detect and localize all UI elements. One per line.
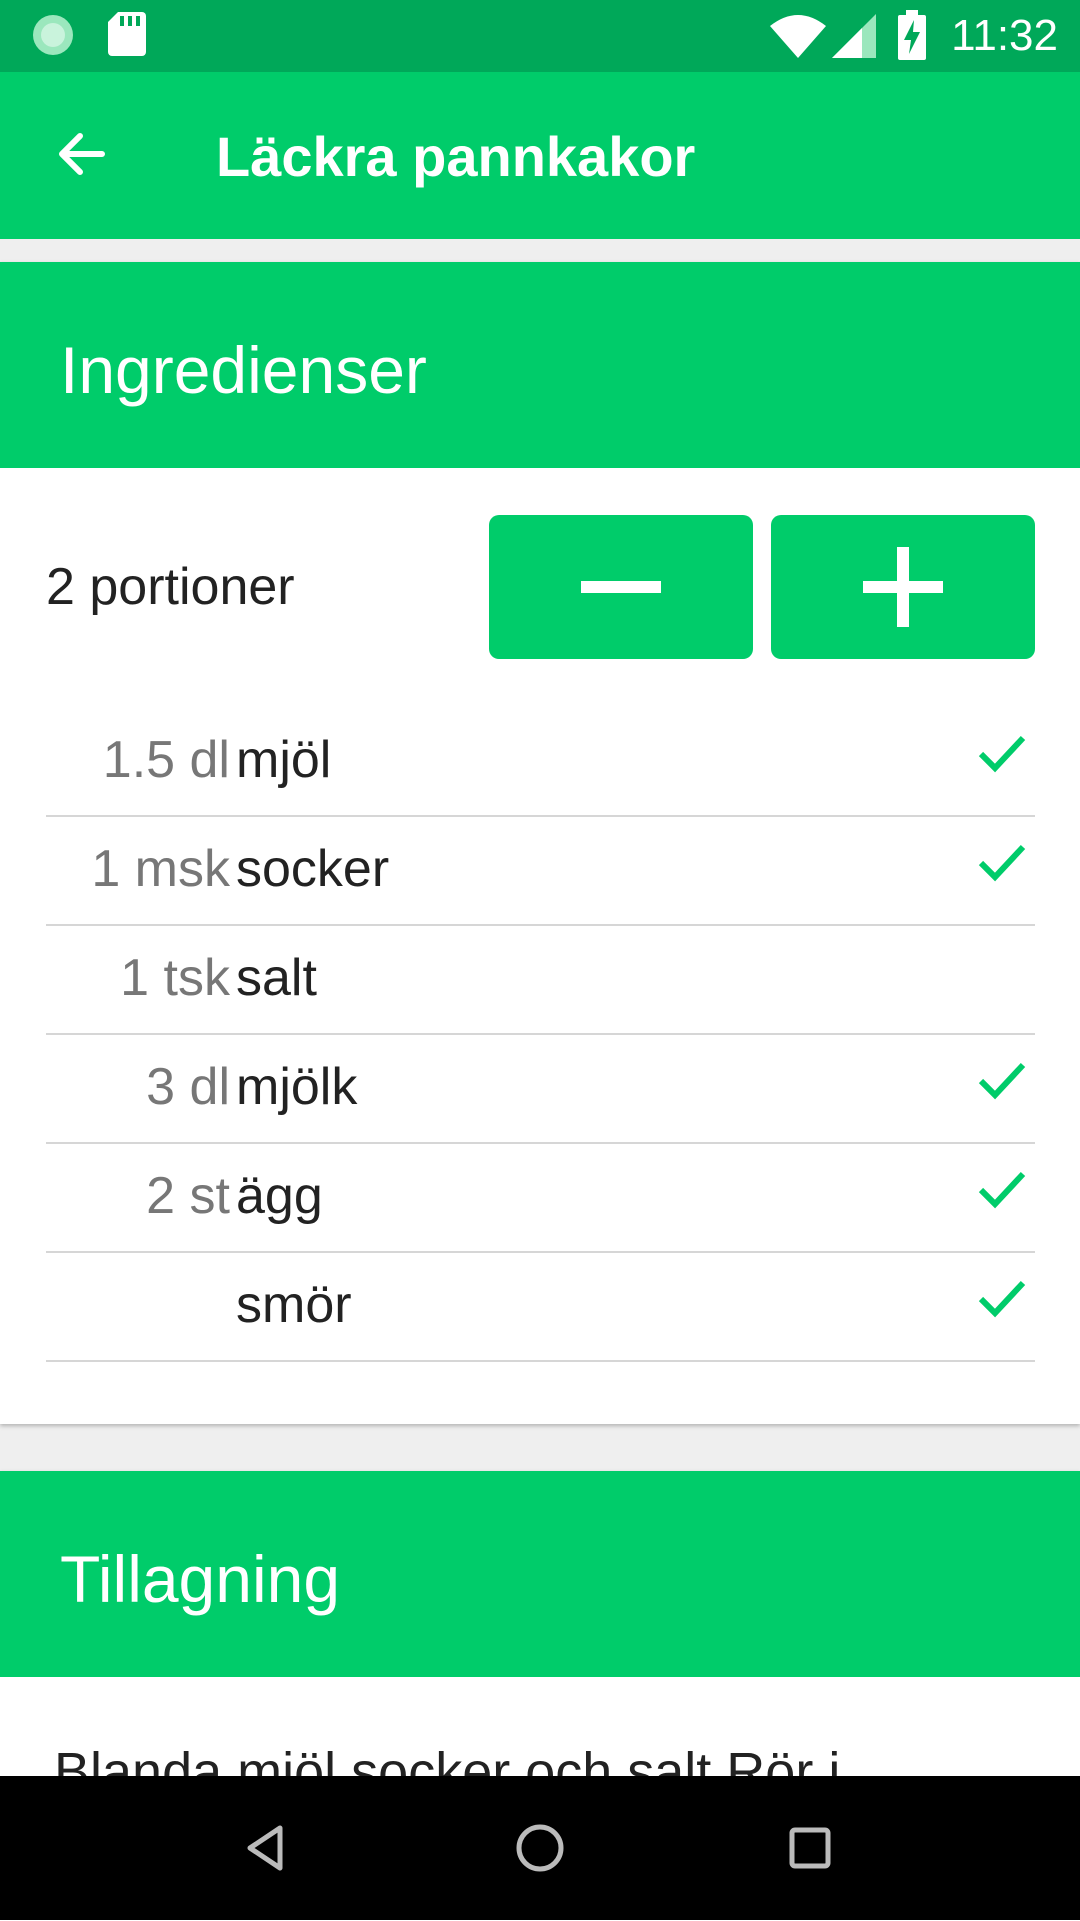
navigation-bar — [0, 1776, 1080, 1920]
ingredient-name: salt — [236, 949, 317, 1007]
arrow-back-icon[interactable] — [52, 124, 112, 184]
ingredient-name: socker — [236, 840, 390, 898]
recents-square-icon[interactable] — [780, 1818, 840, 1878]
check-icon — [978, 1062, 1026, 1100]
ingredient-row[interactable]: 1.5 dl mjöl — [46, 706, 1035, 817]
cell-signal-icon — [832, 14, 876, 58]
portions-count: 2 portioner — [46, 558, 295, 616]
ingredient-name: mjölk — [236, 1058, 358, 1116]
ingredient-quantity: 1 msk — [91, 840, 230, 898]
ingredient-row[interactable]: 1 tsk salt — [46, 924, 1035, 1035]
ingredient-name: mjöl — [236, 731, 332, 789]
ingredient-row[interactable]: 2 st ägg — [46, 1142, 1035, 1253]
status-time: 11:32 — [951, 11, 1058, 60]
ingredient-name: ägg — [236, 1167, 323, 1225]
page-title: Läckra pannkakor — [216, 125, 696, 188]
status-bar: 11:32 — [0, 0, 1080, 72]
sd-card-icon — [108, 12, 146, 56]
check-icon — [978, 1280, 1026, 1318]
ingredients-title: Ingredienser — [60, 333, 427, 407]
wifi-icon — [770, 15, 826, 58]
check-icon — [978, 844, 1026, 882]
ingredient-name: smör — [236, 1276, 352, 1334]
ingredient-quantity: 3 dl — [146, 1058, 230, 1116]
preparation-title: Tillagning — [60, 1542, 341, 1616]
sync-icon — [33, 15, 73, 55]
ingredient-quantity: 1 tsk — [120, 949, 230, 1007]
home-circle-icon[interactable] — [510, 1818, 570, 1878]
ingredients-header: Ingredienser — [0, 262, 1080, 468]
check-icon — [978, 735, 1026, 773]
decrease-portions-button[interactable] — [489, 515, 753, 659]
minus-icon — [581, 581, 661, 593]
back-triangle-icon[interactable] — [238, 1818, 298, 1878]
ingredient-quantity: 1.5 dl — [102, 731, 230, 789]
ingredient-row[interactable]: 3 dl mjölk — [46, 1033, 1035, 1144]
app-bar: Läckra pannkakor — [0, 72, 1080, 239]
preparation-header: Tillagning — [0, 1471, 1080, 1677]
battery-charging-icon — [898, 10, 926, 60]
increase-portions-button[interactable] — [771, 515, 1035, 659]
check-icon — [978, 1171, 1026, 1209]
ingredient-quantity: 2 st — [146, 1167, 230, 1225]
ingredient-row[interactable]: smör — [46, 1251, 1035, 1362]
ingredient-row[interactable]: 1 msk socker — [46, 815, 1035, 926]
